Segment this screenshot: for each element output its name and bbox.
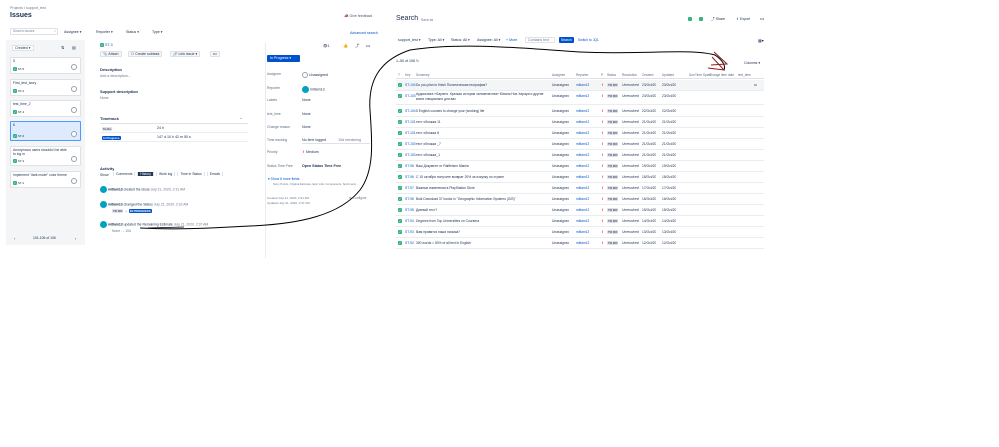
- annotation-line: [139, 45, 725, 230]
- annotation-underline: [147, 226, 185, 229]
- annotation-stroke: [139, 45, 729, 230]
